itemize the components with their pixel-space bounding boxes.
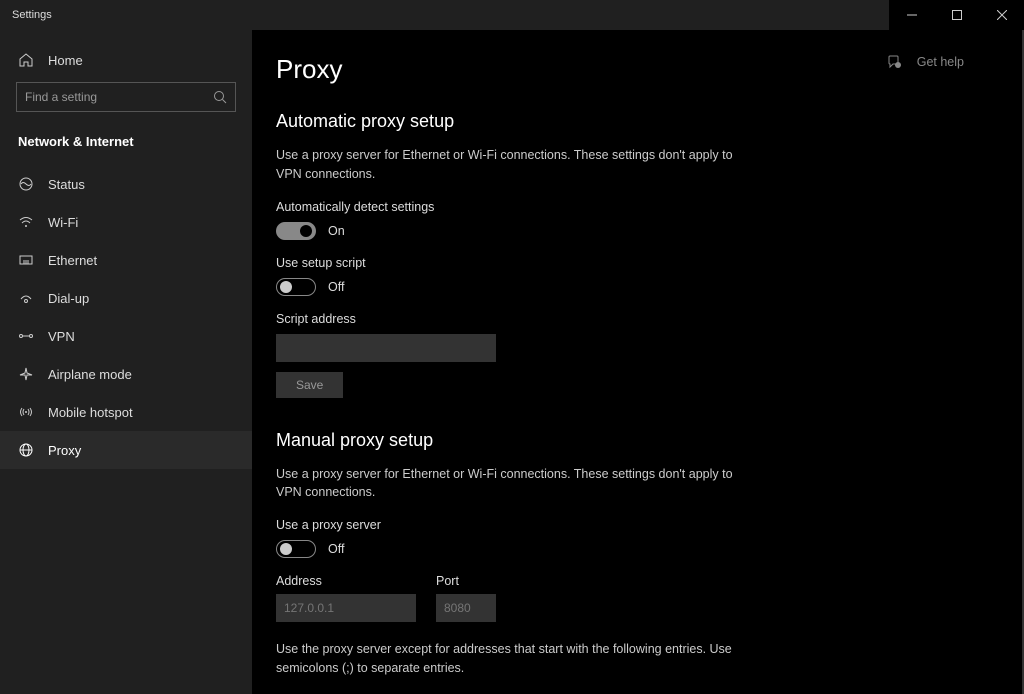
use-proxy-toggle[interactable] [276, 540, 316, 558]
auto-detect-toggle[interactable] [276, 222, 316, 240]
auto-description: Use a proxy server for Ethernet or Wi-Fi… [276, 146, 756, 184]
content-area: Get help Proxy Automatic proxy setup Use… [252, 30, 1024, 694]
titlebar: Settings [0, 0, 1024, 30]
sidebar-item-hotspot[interactable]: Mobile hotspot [0, 393, 252, 431]
use-script-label: Use setup script [276, 256, 984, 270]
port-label: Port [436, 574, 496, 588]
sidebar-item-status[interactable]: Status [0, 165, 252, 203]
use-proxy-state: Off [328, 542, 344, 556]
search-input[interactable]: Find a setting [16, 82, 236, 112]
sidebar-item-dialup[interactable]: Dial-up [0, 279, 252, 317]
sidebar-item-proxy[interactable]: Proxy [0, 431, 252, 469]
auto-detect-label: Automatically detect settings [276, 200, 984, 214]
sidebar-item-label: Airplane mode [48, 367, 132, 382]
dialup-icon [18, 290, 34, 306]
window-title: Settings [12, 9, 52, 21]
address-label: Address [276, 574, 416, 588]
sidebar-item-label: Dial-up [48, 291, 89, 306]
sidebar-item-vpn[interactable]: VPN [0, 317, 252, 355]
auto-detect-state: On [328, 224, 345, 238]
home-icon [18, 52, 34, 68]
sidebar-item-label: Proxy [48, 443, 81, 458]
proxy-icon [18, 442, 34, 458]
use-script-state: Off [328, 280, 344, 294]
script-address-input[interactable] [276, 334, 496, 362]
sidebar-item-wifi[interactable]: Wi-Fi [0, 203, 252, 241]
airplane-icon [18, 366, 34, 382]
use-script-toggle[interactable] [276, 278, 316, 296]
window-buttons [889, 0, 1024, 30]
maximize-button[interactable] [934, 0, 979, 30]
address-input[interactable] [276, 594, 416, 622]
sidebar: Home Find a setting Network & Internet S… [0, 30, 252, 694]
help-label: Get help [917, 55, 964, 69]
sidebar-item-label: Wi-Fi [48, 215, 78, 230]
except-description: Use the proxy server except for addresse… [276, 640, 756, 678]
home-button[interactable]: Home [0, 42, 252, 82]
get-help-link[interactable]: Get help [887, 54, 964, 70]
sidebar-item-label: VPN [48, 329, 75, 344]
hotspot-icon [18, 404, 34, 420]
save-button[interactable]: Save [276, 372, 343, 398]
sidebar-item-ethernet[interactable]: Ethernet [0, 241, 252, 279]
auto-heading: Automatic proxy setup [276, 111, 984, 132]
sidebar-item-airplane[interactable]: Airplane mode [0, 355, 252, 393]
status-icon [18, 176, 34, 192]
home-label: Home [48, 53, 83, 68]
sidebar-item-label: Mobile hotspot [48, 405, 133, 420]
page-title: Proxy [276, 54, 984, 85]
sidebar-item-label: Status [48, 177, 85, 192]
script-address-label: Script address [276, 312, 984, 326]
manual-heading: Manual proxy setup [276, 430, 984, 451]
close-button[interactable] [979, 0, 1024, 30]
port-input[interactable] [436, 594, 496, 622]
category-heading: Network & Internet [0, 130, 252, 165]
help-icon [887, 54, 903, 70]
manual-description: Use a proxy server for Ethernet or Wi-Fi… [276, 465, 756, 503]
sidebar-item-label: Ethernet [48, 253, 97, 268]
use-proxy-label: Use a proxy server [276, 518, 984, 532]
wifi-icon [18, 214, 34, 230]
vpn-icon [18, 328, 34, 344]
search-placeholder: Find a setting [25, 90, 97, 104]
ethernet-icon [18, 252, 34, 268]
minimize-button[interactable] [889, 0, 934, 30]
search-icon [213, 90, 227, 104]
